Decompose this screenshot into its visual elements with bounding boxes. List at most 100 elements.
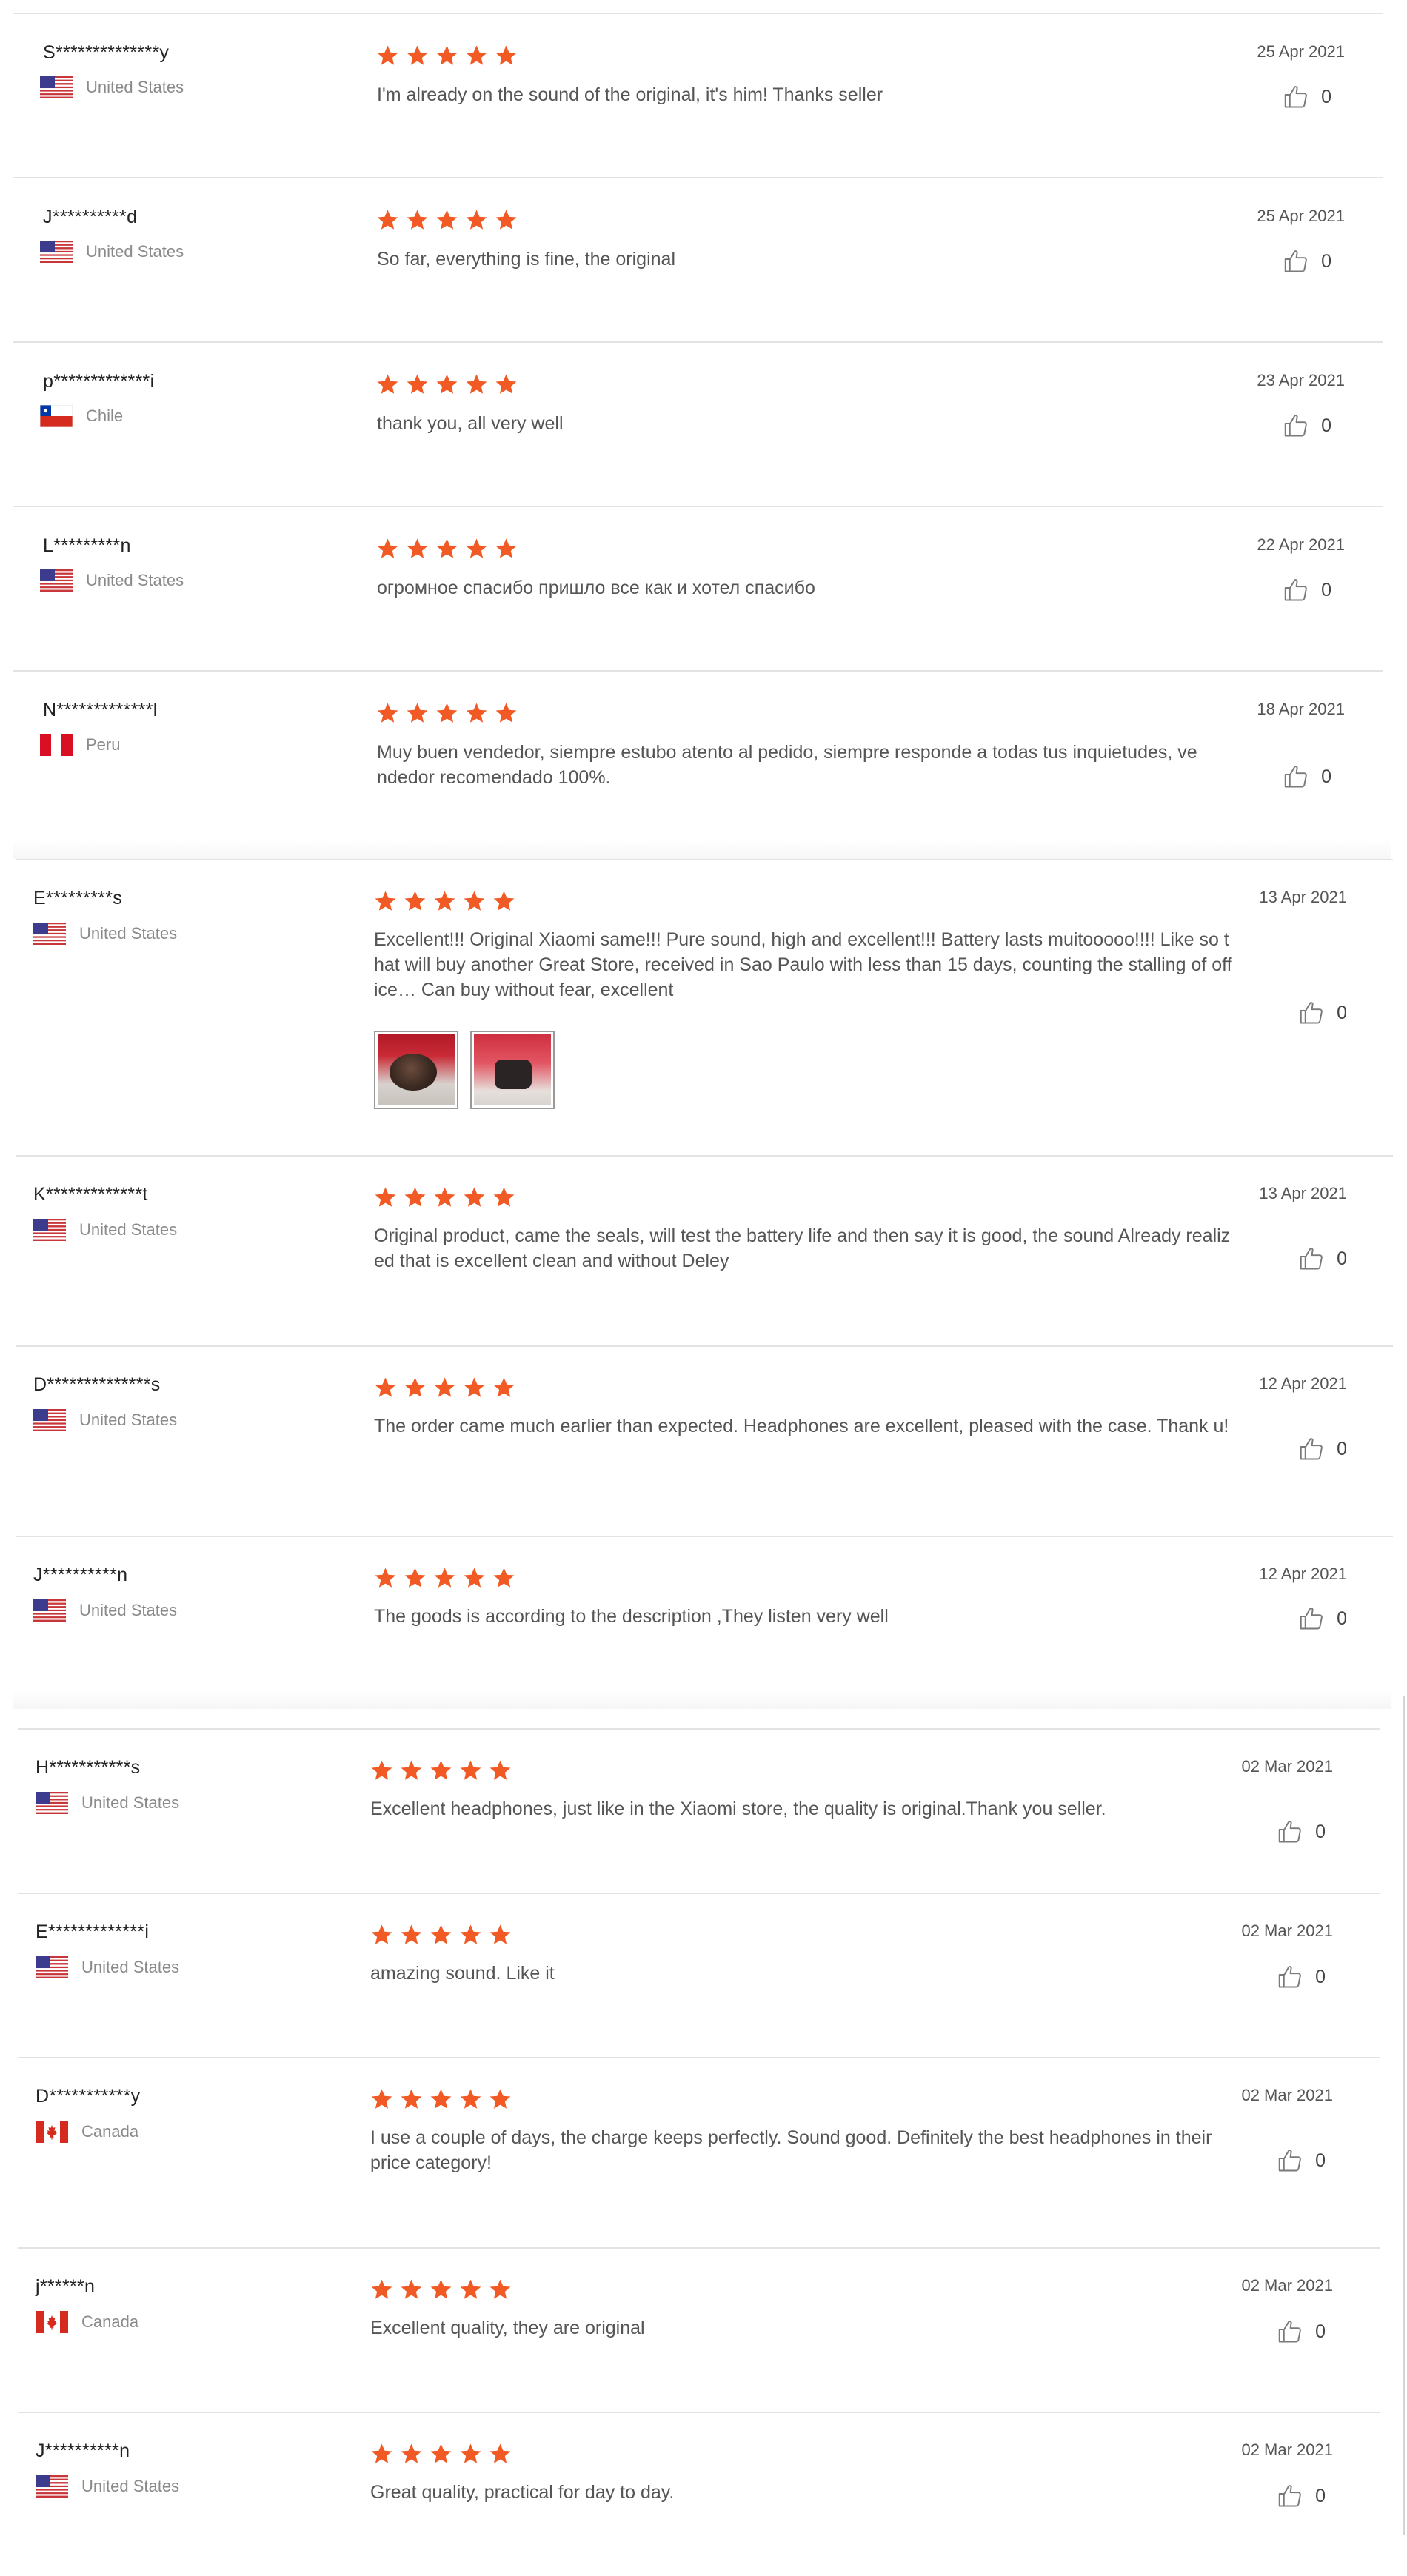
- star-icon: [495, 210, 517, 230]
- star-icon: [401, 2279, 422, 2299]
- star-icon: [434, 1377, 455, 1397]
- country-name: Canada: [81, 2312, 139, 2331]
- review-photo-thumbnail[interactable]: [374, 1031, 458, 1109]
- review-text: I use a couple of days, the charge keeps…: [370, 2127, 1212, 2173]
- star-icon: [466, 374, 487, 394]
- helpful-button[interactable]: 0: [1277, 1819, 1326, 1845]
- helpful-button[interactable]: 0: [1298, 1436, 1347, 1462]
- section-shadow: [13, 840, 1391, 859]
- star-icon: [489, 2279, 511, 2299]
- star-icon: [495, 538, 517, 558]
- star-icon: [436, 703, 458, 723]
- canada-flag-icon: [36, 2121, 68, 2143]
- review-item: D***********y Canada I use a couple of day…: [18, 2057, 1380, 2247]
- star-rating: [376, 44, 518, 67]
- us-flag-icon: [40, 241, 73, 263]
- star-icon: [430, 1924, 452, 1944]
- helpful-button[interactable]: 0: [1283, 248, 1331, 275]
- review-group: S**************y United States I'm already…: [13, 13, 1383, 861]
- reviewer-country: Canada: [36, 2121, 138, 2143]
- country-name: United States: [79, 1601, 178, 1619]
- star-icon: [404, 1187, 426, 1207]
- review-date: 25 Apr 2021: [1257, 207, 1345, 225]
- helpful-button[interactable]: 0: [1277, 2318, 1326, 2345]
- helpful-count: 0: [1337, 1438, 1347, 1459]
- helpful-button[interactable]: 0: [1283, 577, 1331, 603]
- review-text: огромное спасибо пришло все как и хотел …: [377, 578, 815, 598]
- us-flag-icon: [40, 569, 73, 592]
- star-icon: [466, 45, 487, 65]
- country-name: United States: [81, 1793, 180, 1812]
- helpful-button[interactable]: 0: [1283, 84, 1331, 110]
- reviewer-name: L*********n: [43, 535, 131, 556]
- star-icon: [401, 2443, 422, 2463]
- helpful-button[interactable]: 0: [1298, 1000, 1347, 1026]
- review-date: 13 Apr 2021: [1259, 888, 1347, 906]
- review-item: H***********s United States Excellent head…: [18, 1728, 1380, 1893]
- reviewer-name: K*************t: [33, 1184, 148, 1205]
- us-flag-icon: [33, 1599, 66, 1622]
- star-icon: [464, 1568, 485, 1588]
- review-text: The goods is according to the descriptio…: [374, 1606, 889, 1627]
- helpful-count: 0: [1337, 1002, 1347, 1023]
- thumbs-up-outline-icon: [1278, 2150, 1301, 2172]
- star-icon: [407, 538, 428, 558]
- review-text: amazing sound. Like it: [370, 1963, 555, 1984]
- reviewer-country: United States: [33, 923, 177, 945]
- helpful-button[interactable]: 0: [1277, 1964, 1326, 1990]
- star-icon: [407, 210, 428, 230]
- review-date: 02 Mar 2021: [1241, 1757, 1333, 1776]
- country-name: United States: [79, 924, 178, 943]
- helpful-button[interactable]: 0: [1277, 2147, 1326, 2174]
- star-icon: [460, 2279, 481, 2299]
- review-item: D**************s United States The order c…: [16, 1345, 1393, 1536]
- star-icon: [460, 1760, 481, 1780]
- reviewer-country: United States: [33, 1409, 177, 1431]
- review-text: Original product, came the seals, will t…: [374, 1225, 1231, 1271]
- star-icon: [430, 1760, 452, 1780]
- helpful-button[interactable]: 0: [1283, 412, 1331, 439]
- thumbs-up-outline-icon: [1284, 250, 1307, 272]
- review-text: Muy buen vendedor, siempre estubo atento…: [377, 742, 1197, 788]
- star-icon: [493, 1187, 515, 1207]
- star-icon: [407, 703, 428, 723]
- us-flag-icon: [40, 76, 73, 98]
- reviewer-name: J**********n: [33, 1565, 128, 1585]
- section-shadow: [13, 1690, 1391, 1709]
- star-icon: [430, 2089, 452, 2109]
- review-item: S**************y United States I'm already…: [13, 13, 1383, 177]
- country-name: United States: [86, 78, 184, 96]
- star-icon: [493, 1568, 515, 1588]
- country-name: United States: [79, 1220, 178, 1239]
- helpful-button[interactable]: 0: [1283, 763, 1331, 790]
- country-name: United States: [81, 2477, 180, 2495]
- country-name: Canada: [81, 2122, 139, 2141]
- reviewer-country: United States: [33, 1219, 177, 1241]
- thumbs-up-outline-icon: [1278, 1966, 1301, 1988]
- review-date: 23 Apr 2021: [1257, 371, 1345, 389]
- star-icon: [489, 2089, 511, 2109]
- reviewer-name: E*********s: [33, 888, 123, 909]
- review-photos: [374, 1031, 555, 1109]
- helpful-button[interactable]: 0: [1298, 1245, 1347, 1272]
- helpful-count: 0: [1315, 1821, 1326, 1842]
- review-text: Great quality, practical for day to day.: [370, 2482, 675, 2503]
- review-date: 22 Apr 2021: [1257, 535, 1345, 554]
- star-icon: [436, 538, 458, 558]
- reviewer-name: j******n: [36, 2276, 96, 2297]
- helpful-button[interactable]: 0: [1277, 2483, 1326, 2509]
- star-icon: [371, 1924, 392, 1944]
- star-rating: [370, 2278, 512, 2301]
- star-icon: [377, 45, 398, 65]
- canada-flag-icon: [36, 2311, 68, 2333]
- star-icon: [375, 891, 396, 911]
- review-item: p*************i Chile thank you, all very …: [13, 341, 1383, 506]
- review-text: I'm already on the sound of the original…: [377, 84, 883, 105]
- review-photo-thumbnail[interactable]: [470, 1031, 555, 1109]
- review-item: N*************l Peru Muy buen vendedor, si…: [13, 670, 1383, 861]
- helpful-button[interactable]: 0: [1298, 1605, 1347, 1632]
- review-item: L*********n United States огромное спасибо…: [13, 506, 1383, 670]
- review-text: The order came much earlier than expecte…: [374, 1416, 1229, 1436]
- review-date: 12 Apr 2021: [1259, 1565, 1347, 1583]
- reviewer-name: D**************s: [33, 1374, 161, 1395]
